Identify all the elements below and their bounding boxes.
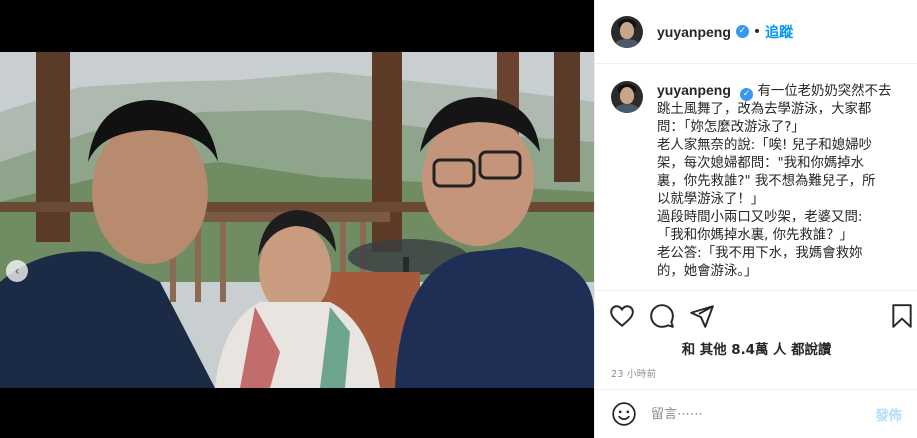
caption-username[interactable]: yuyanpeng	[657, 82, 731, 98]
heart-icon[interactable]	[609, 303, 635, 329]
action-bar	[595, 290, 917, 338]
carousel-prev-button[interactable]: ‹	[6, 260, 28, 282]
follow-button[interactable]: 追蹤	[765, 22, 793, 42]
comment-bar: 發佈	[595, 389, 917, 438]
comments-section: yuyanpeng ✓ 有一位老奶奶突然不去 跳土風舞了，改為去學游泳，大家都 …	[595, 65, 917, 290]
username-link[interactable]: yuyanpeng	[657, 24, 731, 40]
likes-count[interactable]: 和 其他 8.4萬 人 都說讚	[595, 338, 917, 358]
bookmark-icon[interactable]	[889, 303, 915, 329]
caption-line: 跳土風舞了，改為去學游泳，大家都	[657, 102, 872, 117]
caption-line: 老人家無奈的說:「唉! 兒子和媳婦吵	[657, 138, 872, 153]
share-icon[interactable]	[689, 303, 715, 329]
comment-input[interactable]	[651, 406, 876, 422]
caption-line: 過段時間小兩口又吵架，老婆又問:	[657, 210, 863, 225]
caption-text: yuyanpeng ✓ 有一位老奶奶突然不去 跳土風舞了，改為去學游泳，大家都 …	[657, 81, 902, 281]
post-header: yuyanpeng ✓ • 追蹤	[595, 0, 917, 64]
post-side-panel: yuyanpeng ✓ • 追蹤 yuyanpeng ✓ 有一位老奶奶突然不去 …	[594, 0, 917, 438]
caption-avatar[interactable]	[611, 81, 643, 113]
caption-line: 的，她會游泳。」	[657, 264, 758, 279]
avatar[interactable]	[611, 15, 643, 48]
caption-line: 「我和你媽掉水裏, 你先救誰？」	[657, 228, 853, 243]
emoji-icon[interactable]	[611, 401, 637, 427]
caption-line: 以就學游泳了！」	[657, 192, 765, 207]
caption-line: 裏，你先救誰?" 我不想為難兒子，所	[657, 174, 876, 189]
caption-line: 架，每次媳婦都問："我和你媽掉水	[657, 156, 865, 171]
chevron-left-icon: ‹	[14, 264, 20, 278]
caption: yuyanpeng ✓ 有一位老奶奶突然不去 跳土風舞了，改為去學游泳，大家都 …	[611, 81, 902, 281]
verified-badge-icon: ✓	[740, 88, 754, 101]
header-separator: •	[752, 23, 762, 40]
comment-icon[interactable]	[649, 303, 675, 329]
verified-badge-icon: ✓	[735, 25, 749, 38]
caption-line: 有一位老奶奶突然不去	[757, 84, 892, 99]
post-media: ‹	[0, 0, 594, 438]
caption-line: 老公答:「我不用下水，我媽會救妳	[657, 246, 863, 261]
post-photo[interactable]: ‹	[0, 52, 594, 388]
caption-line: 問：「妳怎麼改游泳了?」	[657, 120, 805, 135]
post-timestamp[interactable]: 23 小時前	[611, 366, 656, 380]
post-comment-button[interactable]: 發佈	[875, 404, 902, 424]
